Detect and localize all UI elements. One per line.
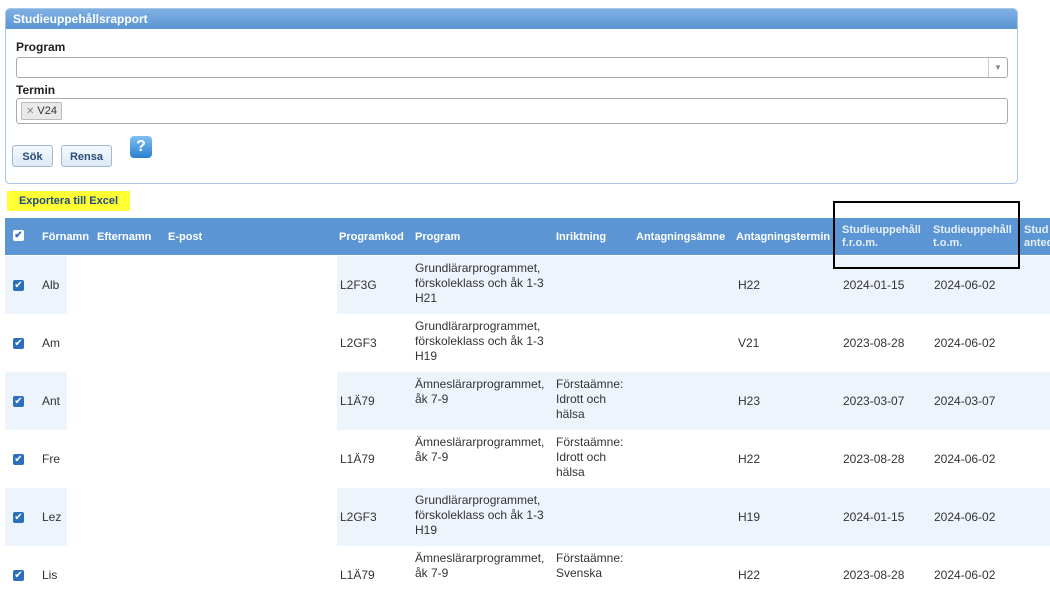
cell-fornamn: Am (42, 336, 60, 350)
redacted-area (67, 488, 337, 546)
cell-program: Ämneslärarprogrammet, åk 7-9 (415, 551, 545, 580)
cell-programkod: L1Ä79 (340, 394, 375, 408)
header-epost[interactable]: E-post (168, 218, 202, 255)
table-row[interactable]: ✔ Lis L1Ä79 Ämneslärarprogrammet, åk 7-9 För… (5, 546, 1050, 604)
table-row[interactable]: ✔ Am L2GF3 Grundlärarprogrammet, förskolekl… (5, 314, 1050, 372)
redacted-area (67, 430, 337, 488)
cell-from: 2023-08-28 (843, 568, 905, 582)
cell-programkod: L2GF3 (340, 336, 377, 350)
header-inriktning[interactable]: Inriktning (556, 218, 606, 255)
row-checkbox[interactable]: ✔ (13, 396, 24, 407)
cell-antagningstermin: V21 (738, 336, 760, 350)
cell-antagningstermin: H22 (738, 452, 761, 466)
cell-program: Grundlärarprogrammet, förskoleklass och … (415, 261, 544, 305)
cell-programkod: L2F3G (340, 278, 377, 292)
search-button[interactable]: Sök (12, 145, 53, 167)
cell-program: Ämneslärarprogrammet, åk 7-9 (415, 435, 545, 464)
row-checkbox[interactable]: ✔ (13, 512, 24, 523)
export-excel-button[interactable]: Exportera till Excel (7, 191, 130, 211)
cell-antagningstermin: H19 (738, 510, 761, 524)
program-select[interactable]: ▼ (16, 57, 1008, 78)
redacted-area (67, 314, 337, 372)
redacted-area (67, 256, 337, 314)
header-antagningstermin[interactable]: Antagningstermin (736, 218, 830, 255)
cell-antagningstermin: H23 (738, 394, 761, 408)
program-label: Program (16, 40, 66, 54)
header-efternamn[interactable]: Efternamn (97, 218, 151, 255)
cell-antagningstermin: H22 (738, 278, 761, 292)
highlight-box (833, 201, 1020, 269)
panel-title: Studieuppehållsrapport (6, 9, 1017, 29)
cell-inriktning (556, 256, 634, 319)
header-fornamn[interactable]: Förnamn (42, 218, 89, 255)
row-checkbox[interactable]: ✔ (13, 454, 24, 465)
redacted-area (67, 372, 337, 430)
cell-programkod: L2GF3 (340, 510, 377, 524)
header-antagningsamne[interactable]: Antagningsämne (636, 218, 725, 255)
table-row[interactable]: ✔ Fre L1Ä79 Ämneslärarprogrammet, åk 7-9 För… (5, 430, 1050, 488)
cell-inriktning (556, 488, 634, 551)
cell-program: Ämneslärarprogrammet, åk 7-9 (415, 377, 545, 406)
cell-antagningstermin: H22 (738, 568, 761, 582)
header-program[interactable]: Program (415, 218, 460, 255)
search-panel: Studieuppehållsrapport Program ▼ Termin … (5, 8, 1018, 184)
cell-tom: 2024-06-02 (934, 452, 996, 466)
cell-programkod: L1Ä79 (340, 568, 375, 582)
cell-tom: 2024-06-02 (934, 510, 996, 524)
header-programkod[interactable]: Programkod (339, 218, 404, 255)
table-row[interactable]: ✔ Lez L2GF3 Grundlärarprogrammet, förskolek… (5, 488, 1050, 546)
row-checkbox[interactable]: ✔ (13, 338, 24, 349)
row-checkbox[interactable]: ✔ (13, 280, 24, 291)
cell-programkod: L1Ä79 (340, 452, 375, 466)
cell-fornamn: Lez (42, 510, 62, 524)
cell-inriktning: Förstaämne: Idrott och hälsa (556, 435, 624, 479)
cell-inriktning: Förstaämne: Svenska (556, 551, 624, 580)
cell-tom: 2024-06-02 (934, 336, 996, 350)
cell-inriktning: Förstaämne: Idrott och hälsa (556, 377, 624, 421)
cell-from: 2023-03-07 (843, 394, 905, 408)
cell-inriktning (556, 314, 634, 377)
chevron-down-icon[interactable]: ▼ (988, 58, 1007, 77)
cell-from: 2023-08-28 (843, 336, 905, 350)
cell-fornamn: Ant (42, 394, 61, 408)
cell-fornamn: Lis (42, 568, 58, 582)
cell-tom: 2024-03-07 (934, 394, 996, 408)
clear-button[interactable]: Rensa (61, 145, 112, 167)
cell-from: 2024-01-15 (843, 510, 905, 524)
select-all-checkbox[interactable]: ✔ (13, 230, 24, 241)
remove-tag-icon[interactable]: ✕ (26, 106, 34, 117)
cell-tom: 2024-06-02 (934, 568, 996, 582)
help-icon[interactable]: ? (130, 136, 152, 158)
termin-tag[interactable]: ✕ V24 (21, 102, 62, 120)
cell-program: Grundlärarprogrammet, förskoleklass och … (415, 493, 544, 537)
termin-label: Termin (16, 83, 56, 97)
termin-select[interactable]: ✕ V24 (16, 98, 1008, 124)
table-row[interactable]: ✔ Ant L1Ä79 Ämneslärarprogrammet, åk 7-9 För… (5, 372, 1050, 430)
cell-fornamn: Fre (42, 452, 60, 466)
redacted-area (67, 546, 337, 604)
cell-fornamn: Alb (42, 278, 60, 292)
cell-from: 2023-08-28 (843, 452, 905, 466)
row-checkbox[interactable]: ✔ (13, 570, 24, 581)
header-extra[interactable]: Stud anted (1024, 218, 1050, 255)
cell-program: Grundlärarprogrammet, förskoleklass och … (415, 319, 544, 363)
